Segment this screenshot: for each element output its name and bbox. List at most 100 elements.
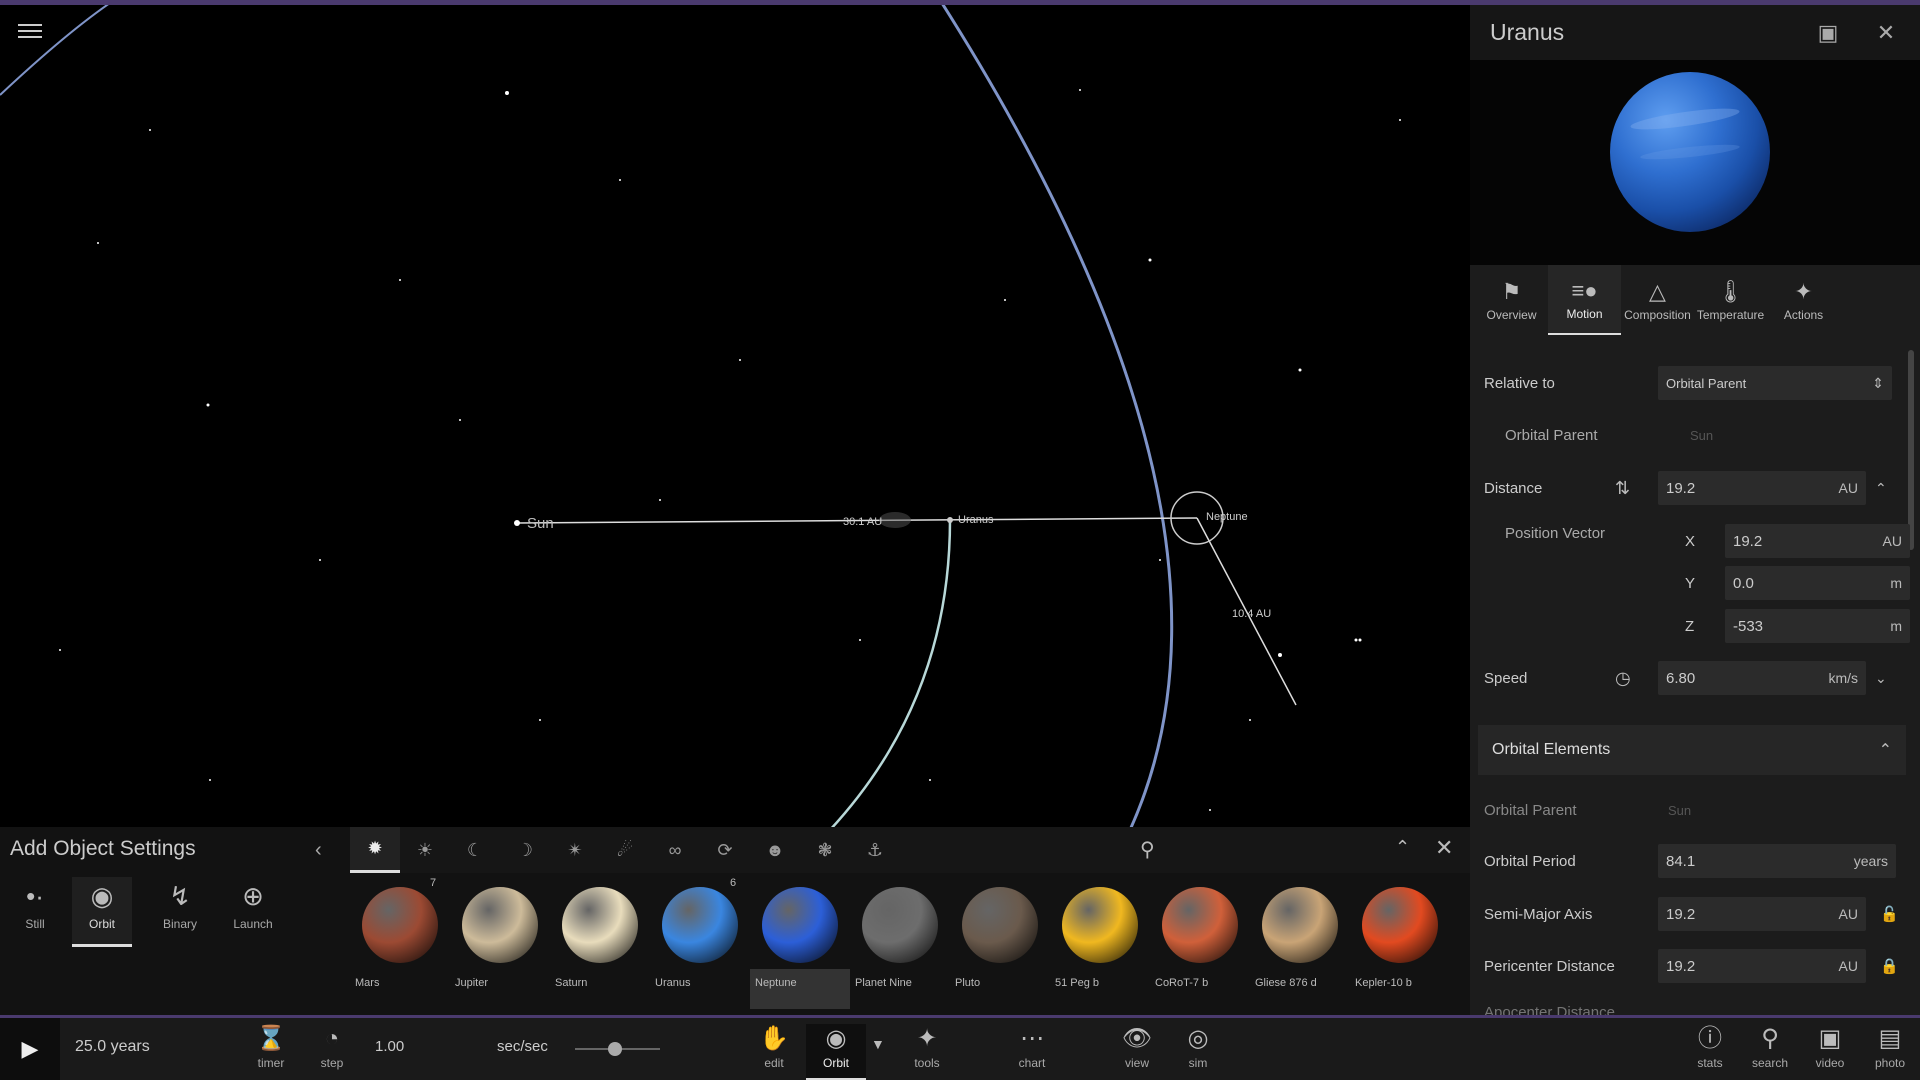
tool-dropdown-icon[interactable]: ▼ bbox=[871, 1036, 885, 1052]
info-icon: ⓘ bbox=[1698, 1025, 1722, 1052]
orbit-tool-button[interactable]: ◉ Orbit bbox=[806, 1024, 866, 1080]
x-value: 19.2 bbox=[1733, 532, 1763, 550]
orbit-circle-icon: ⟳ bbox=[717, 839, 733, 860]
chevron-down-icon[interactable]: ⌄ bbox=[1875, 670, 1887, 687]
tab-temperature[interactable]: 🌡 Temperature bbox=[1694, 265, 1767, 335]
chevron-up-icon[interactable]: ⌃ bbox=[1395, 837, 1410, 858]
category-moons[interactable]: ☽ bbox=[500, 827, 550, 873]
mode-label: Launch bbox=[233, 917, 273, 931]
updown-icon: ⇕ bbox=[1872, 374, 1884, 391]
uranus-marker[interactable] bbox=[947, 517, 953, 523]
object-thumb-gliese-876-d[interactable]: Gliese 876 d bbox=[1250, 877, 1350, 1007]
selected-highlight bbox=[750, 969, 850, 1009]
orbital-period-field[interactable]: 84.1 years bbox=[1658, 844, 1896, 878]
step-icon: ◔ bbox=[324, 1025, 340, 1052]
slider-knob[interactable] bbox=[608, 1042, 622, 1056]
speed-field[interactable]: 6.80 km/s bbox=[1658, 661, 1866, 695]
view-label: view bbox=[1124, 1056, 1149, 1070]
lock-icon[interactable]: 🔒 bbox=[1880, 957, 1899, 975]
time-rate-slider[interactable] bbox=[575, 1042, 660, 1056]
menu-icon[interactable] bbox=[18, 20, 42, 40]
top-accent-line bbox=[0, 0, 1920, 5]
mode-still[interactable]: •· Still bbox=[5, 877, 65, 947]
pericenter-row: Pericenter Distance 19.2 AU 🔒 bbox=[1470, 948, 1920, 984]
chevron-left-icon[interactable]: ‹ bbox=[315, 839, 322, 862]
object-thumb-neptune[interactable]: Neptune 6 bbox=[730, 877, 850, 1009]
object-thumb-mars[interactable]: Mars bbox=[350, 877, 450, 1007]
orbital-elements-header[interactable]: Orbital Elements ⌃ bbox=[1478, 725, 1906, 775]
edit-button[interactable]: ✋ edit bbox=[744, 1024, 804, 1080]
tab-label: Temperature bbox=[1696, 308, 1765, 322]
chevron-up-icon[interactable]: ⌃ bbox=[1875, 480, 1887, 497]
object-thumb-jupiter[interactable]: Jupiter 7 bbox=[430, 877, 550, 1007]
search-button[interactable]: ⚲ search bbox=[1740, 1024, 1800, 1080]
close-icon[interactable]: ✕ bbox=[1435, 835, 1453, 861]
object-thumb-label: Pluto bbox=[955, 977, 981, 989]
category-particles[interactable]: ❃ bbox=[800, 827, 850, 873]
category-planets[interactable]: ✹ bbox=[350, 827, 400, 873]
search-label: search bbox=[1751, 1056, 1789, 1070]
mode-binary[interactable]: ↯ Binary bbox=[150, 877, 210, 947]
object-thumb-uranus[interactable]: Uranus bbox=[650, 877, 750, 1007]
object-thumb-pluto[interactable]: Pluto bbox=[950, 877, 1050, 1007]
pericenter-unit: AU bbox=[1838, 958, 1858, 974]
view-button[interactable]: 👁 view bbox=[1107, 1024, 1167, 1080]
category-spiral[interactable]: ∞ bbox=[650, 827, 700, 873]
hide-preview-icon[interactable]: ▣ bbox=[1814, 19, 1842, 47]
semi-major-axis-unit: AU bbox=[1838, 906, 1858, 922]
pericenter-field[interactable]: 19.2 AU bbox=[1658, 949, 1866, 983]
sim-button[interactable]: ◎ sim bbox=[1168, 1024, 1228, 1080]
neptune-label[interactable]: Neptune bbox=[1206, 511, 1248, 523]
object-thumb-kepler-10-b[interactable]: Kepler-10 b bbox=[1350, 877, 1450, 1007]
object-thumb-image bbox=[762, 887, 838, 963]
object-thumb-saturn[interactable]: Saturn bbox=[550, 877, 650, 1007]
object-thumb-planet-nine[interactable]: Planet Nine bbox=[850, 877, 950, 1007]
object-thumb-corot-7-b[interactable]: CoRoT-7 b bbox=[1150, 877, 1250, 1007]
distance-field[interactable]: 19.2 AU bbox=[1658, 471, 1866, 505]
timer-button[interactable]: ⌛ timer bbox=[241, 1024, 301, 1080]
sun-marker[interactable] bbox=[514, 520, 520, 526]
tools-button[interactable]: ✦ tools bbox=[897, 1024, 957, 1080]
y-field[interactable]: 0.0 m bbox=[1725, 566, 1910, 600]
search-icon[interactable]: ⚲ bbox=[1140, 837, 1155, 862]
tab-actions[interactable]: ✦ Actions bbox=[1767, 265, 1840, 335]
apocenter-label: Apocenter Distance bbox=[1484, 1004, 1615, 1015]
tab-motion[interactable]: ≡● Motion bbox=[1548, 265, 1621, 335]
binary-icon: ↯ bbox=[169, 881, 191, 911]
tab-composition[interactable]: △ Composition bbox=[1621, 265, 1694, 335]
x-field[interactable]: 19.2 AU bbox=[1725, 524, 1910, 558]
hourglass-icon: ⌛ bbox=[256, 1025, 286, 1052]
video-button[interactable]: ▣ video bbox=[1800, 1024, 1860, 1080]
category-anchor[interactable]: ⚓ bbox=[850, 827, 900, 873]
category-stars[interactable]: ☀ bbox=[400, 827, 450, 873]
object-thumb-51-peg-b[interactable]: 51 Peg b bbox=[1050, 877, 1150, 1007]
category-galaxies[interactable]: ☾ bbox=[450, 827, 500, 873]
sun-label[interactable]: Sun bbox=[527, 515, 554, 532]
photo-button[interactable]: ▤ photo bbox=[1860, 1024, 1920, 1080]
category-people[interactable]: ☻ bbox=[750, 827, 800, 873]
speedometer-icon[interactable]: ◷ bbox=[1615, 668, 1631, 689]
mode-orbit[interactable]: ◉ Orbit bbox=[72, 877, 132, 947]
search-icon: ⚲ bbox=[1761, 1025, 1779, 1052]
play-button[interactable]: ▶ bbox=[0, 1018, 60, 1080]
chart-button[interactable]: ⋯ chart bbox=[1002, 1024, 1062, 1080]
distance-mode-icon[interactable]: ⇅ bbox=[1615, 478, 1630, 499]
category-orbit[interactable]: ⟳ bbox=[700, 827, 750, 873]
tab-overview[interactable]: ⚑ Overview bbox=[1475, 265, 1548, 335]
stats-button[interactable]: ⓘ stats bbox=[1680, 1024, 1740, 1080]
time-rate[interactable]: 1.00 bbox=[375, 1038, 404, 1055]
uranus-label[interactable]: Uranus bbox=[958, 514, 993, 526]
object-thumb-count: 6 bbox=[730, 877, 737, 889]
unlock-icon[interactable]: 🔓 bbox=[1880, 905, 1899, 923]
semi-major-axis-field[interactable]: 19.2 AU bbox=[1658, 897, 1866, 931]
step-button[interactable]: ◔ step bbox=[302, 1024, 362, 1080]
close-icon[interactable]: ✕ bbox=[1872, 19, 1900, 47]
distance-unit: AU bbox=[1838, 480, 1858, 496]
category-spacecraft[interactable]: ☄ bbox=[600, 827, 650, 873]
z-field[interactable]: -533 m bbox=[1725, 609, 1910, 643]
relative-to-select[interactable]: Orbital Parent ⇕ bbox=[1658, 366, 1892, 400]
chevron-up-icon: ⌃ bbox=[1878, 742, 1892, 759]
category-comets[interactable]: ✴ bbox=[550, 827, 600, 873]
mode-launch[interactable]: ⊕ Launch bbox=[223, 877, 283, 947]
video-camera-icon: ▣ bbox=[1818, 1025, 1842, 1052]
